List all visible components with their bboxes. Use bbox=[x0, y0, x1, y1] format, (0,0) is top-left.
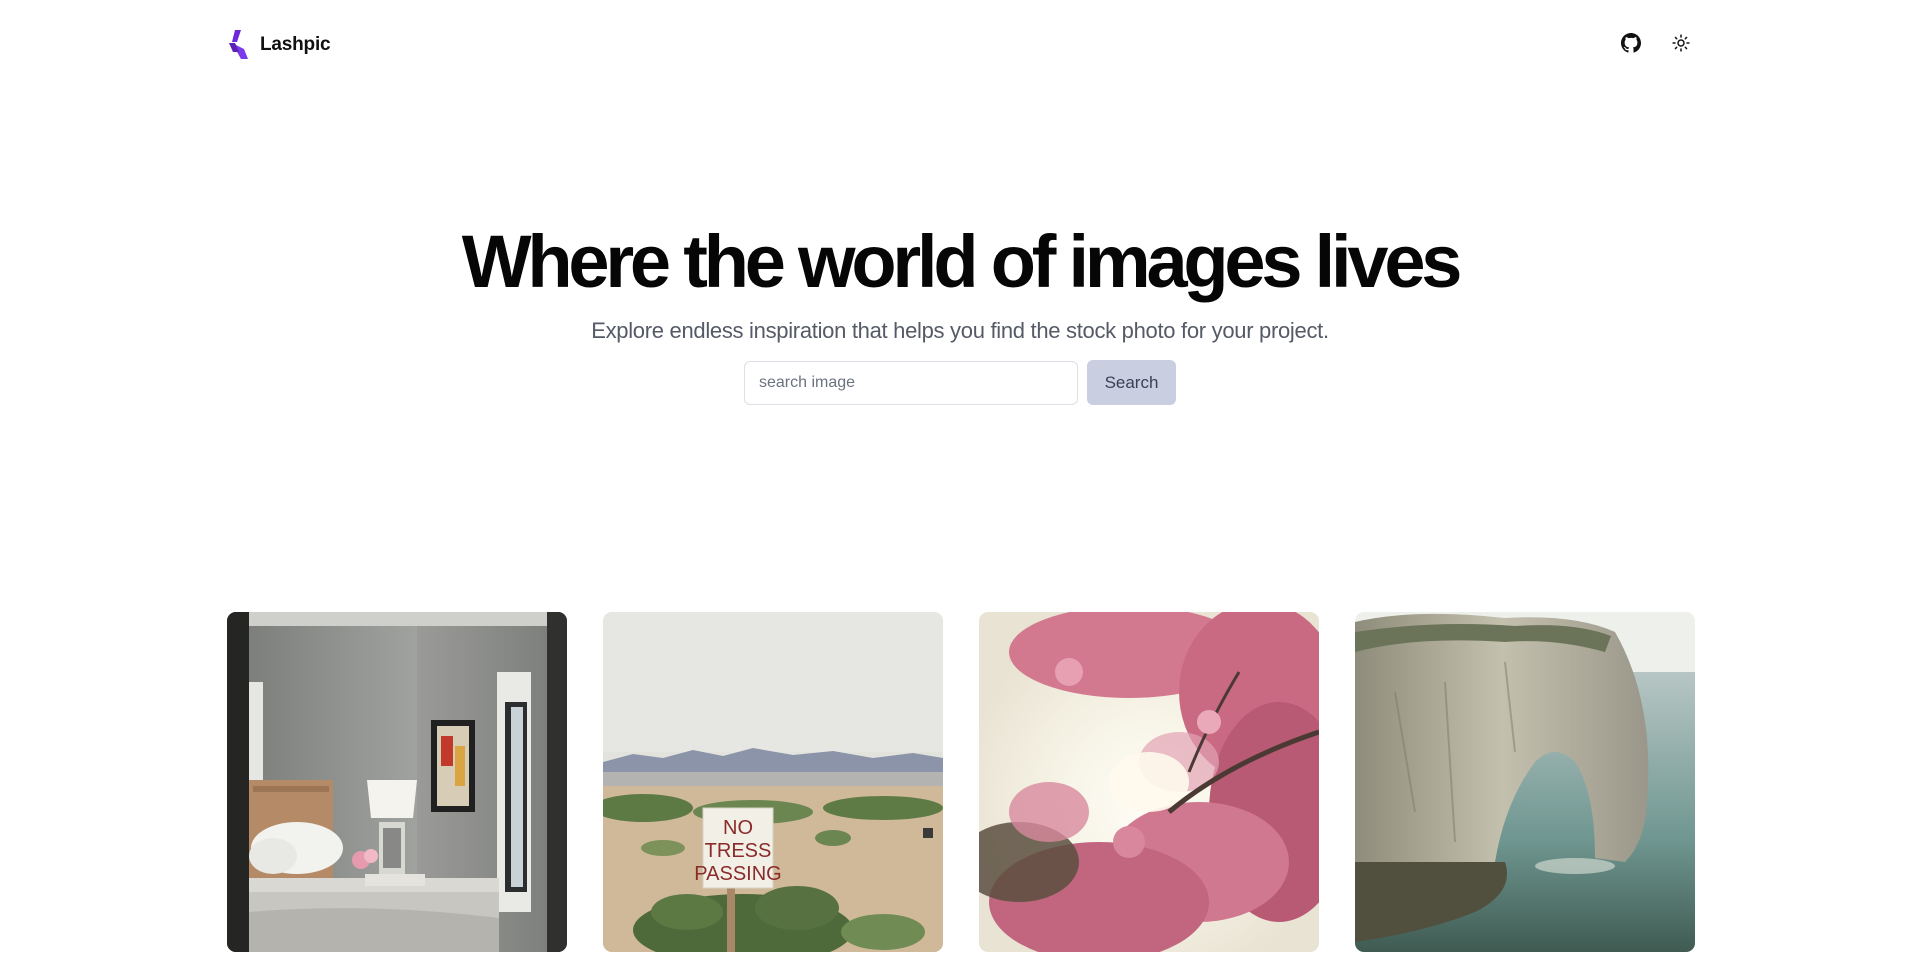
sign-text-line-1: NO bbox=[723, 817, 753, 839]
sun-icon bbox=[1672, 34, 1690, 52]
sign-text-line-3: PASSING bbox=[694, 863, 781, 885]
search-button[interactable]: Search bbox=[1087, 360, 1176, 405]
github-link[interactable] bbox=[1618, 30, 1644, 56]
sea-cliff-photo-image bbox=[1355, 612, 1695, 952]
hero-section: Where the world of images lives Explore … bbox=[0, 220, 1920, 346]
hero-subtitle: Explore endless inspiration that helps y… bbox=[591, 318, 1329, 343]
theme-toggle-button[interactable] bbox=[1668, 30, 1694, 56]
gallery-photo-desert-sign[interactable]: NO TRESS PASSING bbox=[603, 612, 943, 952]
site-header: Lashpic bbox=[0, 0, 1920, 92]
hero-title: Where the world of images lives bbox=[461, 220, 1463, 303]
cherry-blossoms-photo-image bbox=[979, 612, 1319, 952]
bedroom-photo-image bbox=[227, 612, 567, 952]
github-icon bbox=[1621, 33, 1641, 53]
brand-logo-link[interactable]: Lashpic bbox=[226, 30, 331, 60]
gallery-photo-bedroom[interactable] bbox=[227, 612, 567, 952]
image-gallery: NO TRESS PASSING bbox=[227, 612, 1695, 952]
sign-text-line-2: TRESS bbox=[705, 840, 772, 862]
brand-name: Lashpic bbox=[260, 34, 331, 55]
gallery-photo-sea-cliff-arch[interactable] bbox=[1355, 612, 1695, 952]
brand-logo-icon bbox=[229, 30, 248, 59]
desert-sign-photo-image: NO TRESS PASSING bbox=[603, 612, 943, 952]
header-actions bbox=[1618, 30, 1694, 56]
search-form: Search bbox=[744, 360, 1176, 405]
gallery-photo-cherry-blossoms[interactable] bbox=[979, 612, 1319, 952]
search-input[interactable] bbox=[744, 360, 1078, 405]
